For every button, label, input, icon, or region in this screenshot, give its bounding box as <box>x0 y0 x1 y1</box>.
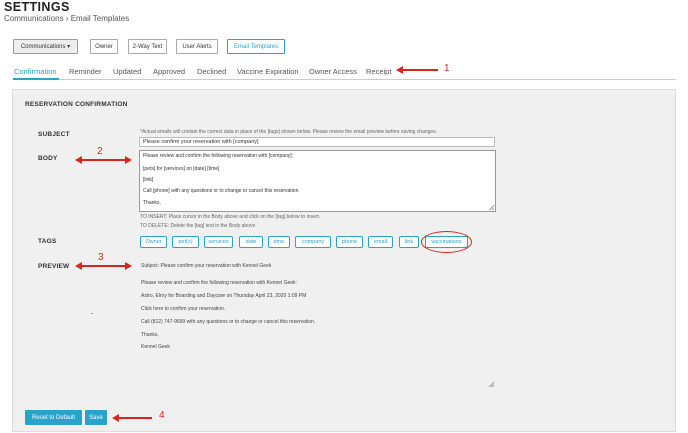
page-title: SETTINGS <box>4 0 70 14</box>
tag-pets[interactable]: pet(s) <box>172 236 199 248</box>
two-way-text-button[interactable]: 2-Way Text <box>128 39 167 54</box>
tag-date[interactable]: date <box>239 236 263 248</box>
tag-link[interactable]: link <box>399 236 419 248</box>
tag-owner[interactable]: Owner <box>140 236 167 248</box>
divider-mark <box>91 313 93 314</box>
owner-button[interactable]: Owner <box>90 39 118 54</box>
annotation-number-3: 3 <box>98 252 104 263</box>
preview-line: Please review and confirm the following … <box>141 280 297 286</box>
tab-receipt[interactable]: Receipt <box>366 67 391 76</box>
annotation-arrow-1-line <box>402 69 438 71</box>
tab-approved[interactable]: Approved <box>153 67 185 76</box>
body-label: BODY <box>38 155 58 162</box>
subject-input[interactable]: Please confirm your reservation with [co… <box>139 137 495 147</box>
section-title: RESERVATION CONFIRMATION <box>25 101 128 108</box>
annotation-arrow-3-right-icon <box>125 262 132 270</box>
preview-line: Thanks, <box>141 332 159 338</box>
tab-confirmation[interactable]: Confirmation <box>14 67 57 76</box>
body-line: Thanks, <box>143 200 161 206</box>
tag-time[interactable]: time <box>268 236 290 248</box>
tabs-divider <box>13 79 676 80</box>
resize-handle-icon[interactable] <box>489 205 494 210</box>
preview-line: Astro, Elroy for Boarding and Daycare on… <box>141 293 307 299</box>
tag-email[interactable]: email <box>368 236 393 248</box>
active-tab-indicator <box>13 78 59 80</box>
preview-resize-icon[interactable] <box>489 382 494 387</box>
tab-vaccine-expiration[interactable]: Vaccine Expiration <box>237 67 299 76</box>
body-line: [pets] for [services] on [date] [time] <box>143 166 220 172</box>
annotation-arrow-3-line <box>81 265 126 267</box>
tag-services[interactable]: services <box>204 236 233 248</box>
body-line: [link] <box>143 177 154 183</box>
preview-subject: Subject: Please confirm your reservation… <box>141 263 272 269</box>
annotation-arrow-2-line <box>81 159 126 161</box>
preview-label: PREVIEW <box>38 263 70 270</box>
annotation-arrow-4-line <box>118 417 152 419</box>
tag-phone[interactable]: phone <box>336 236 363 248</box>
body-textarea[interactable]: Please review and confirm the following … <box>139 150 496 212</box>
body-line: Please review and confirm the following … <box>143 153 294 159</box>
communications-dropdown[interactable]: Communications ▾ <box>13 39 78 54</box>
save-button[interactable]: Save <box>85 410 107 425</box>
subject-hint: *Actual emails will contain the correct … <box>140 129 438 135</box>
reset-to-default-button[interactable]: Reset to Default <box>25 410 82 425</box>
tab-reminder[interactable]: Reminder <box>69 67 102 76</box>
tab-owner-access[interactable]: Owner Access <box>309 67 357 76</box>
preview-line: Kennel Geek <box>141 344 170 350</box>
user-alerts-button[interactable]: User Alerts <box>176 39 218 54</box>
annotation-number-4: 4 <box>159 410 165 421</box>
annotation-number-2: 2 <box>97 146 103 157</box>
tags-label: TAGS <box>38 238 57 245</box>
tab-updated[interactable]: Updated <box>113 67 141 76</box>
body-line: Call [phone] with any questions or to ch… <box>143 188 300 194</box>
preview-line: Call (812) 747-9699 with any questions o… <box>141 319 316 325</box>
delete-hint: TO DELETE: Delete the [tag] text in the … <box>140 223 256 229</box>
annotation-number-1: 1 <box>444 63 450 74</box>
breadcrumb: Communications › Email Templates <box>4 14 130 23</box>
annotation-arrow-2-right-icon <box>125 156 132 164</box>
annotation-circle <box>421 231 472 253</box>
subject-label: SUBJECT <box>38 131 70 138</box>
tab-declined[interactable]: Declined <box>197 67 226 76</box>
preview-line: Click here to confirm your reservation. <box>141 306 226 312</box>
insert-hint: TO INSERT: Place cursor in the Body abov… <box>140 214 321 220</box>
email-templates-button[interactable]: Email Templates <box>227 39 285 54</box>
tag-company[interactable]: company <box>295 236 331 248</box>
